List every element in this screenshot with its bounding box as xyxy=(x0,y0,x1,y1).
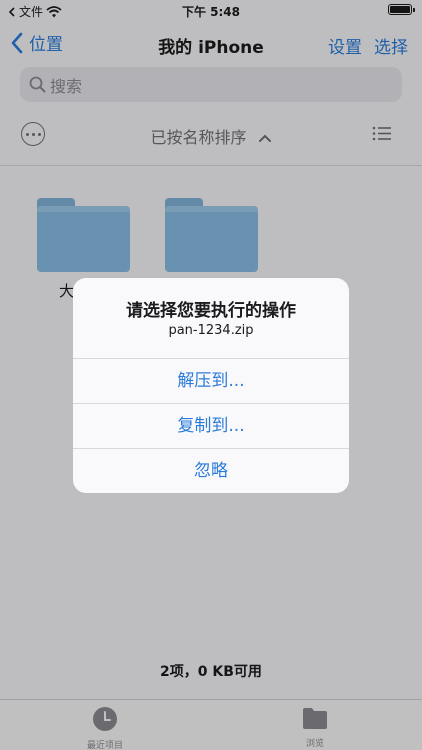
ignore-button[interactable]: 忽略 xyxy=(73,448,349,493)
extract-to-button[interactable]: 解压到... xyxy=(73,358,349,403)
action-sheet-alert: 请选择您要执行的操作 pan-1234.zip 解压到... 复制到... 忽略 xyxy=(73,278,349,493)
alert-title: 请选择您要执行的操作 xyxy=(126,301,296,321)
alert-message: pan-1234.zip xyxy=(168,323,254,338)
copy-to-button[interactable]: 复制到... xyxy=(73,403,349,448)
